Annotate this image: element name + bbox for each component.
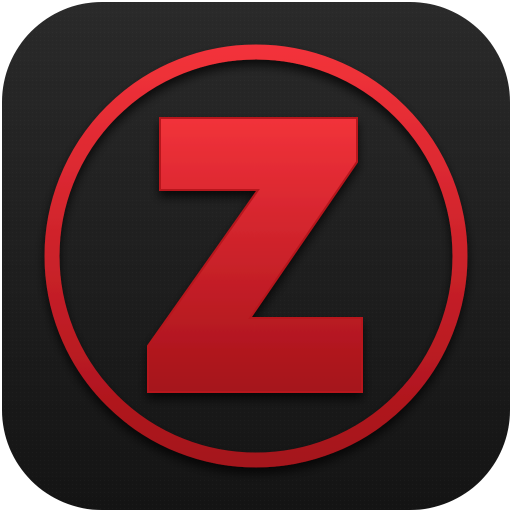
z-letter-circle-icon bbox=[2, 2, 510, 510]
icon-canvas bbox=[0, 0, 512, 512]
